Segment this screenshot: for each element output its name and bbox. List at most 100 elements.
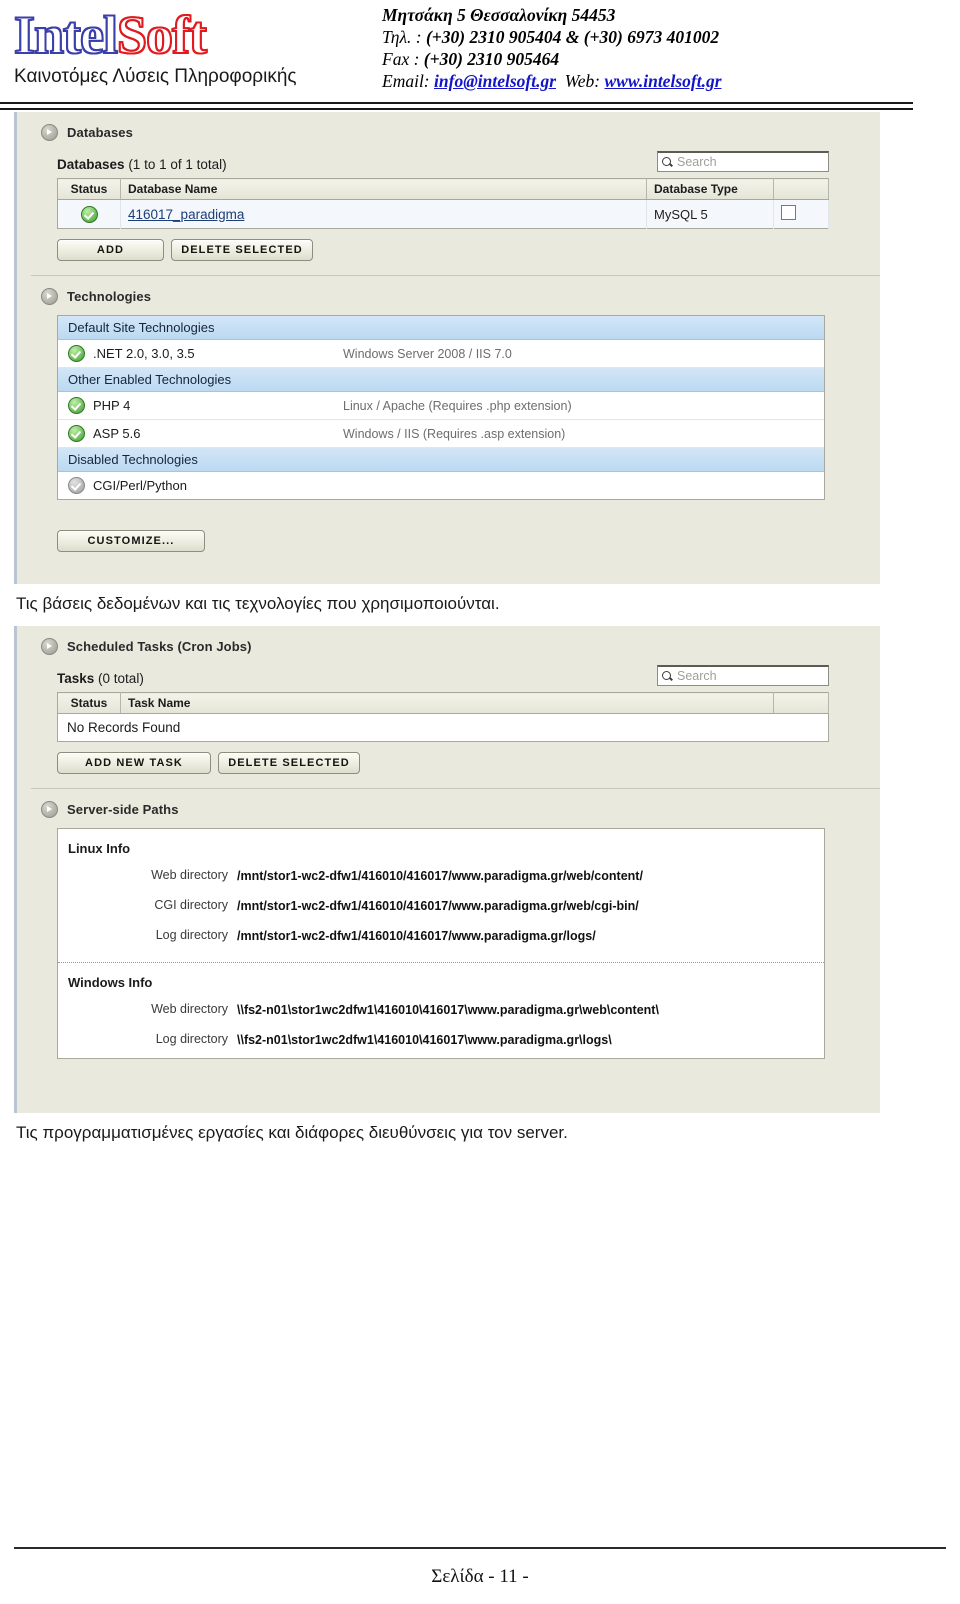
tasks-list-count: Tasks (0 total) xyxy=(57,671,144,686)
databases-col-status: Status xyxy=(57,178,121,200)
tasks-col-select xyxy=(773,692,829,714)
databases-list-label: Databases xyxy=(57,157,125,172)
technologies-list: Default Site Technologies .NET 2.0, 3.0,… xyxy=(57,315,825,500)
databases-panel-header[interactable]: Databases xyxy=(17,112,880,151)
contact-email-link[interactable]: info@intelsoft.gr xyxy=(434,71,556,91)
databases-row-type: MySQL 5 xyxy=(646,199,774,229)
status-ok-icon xyxy=(68,345,85,362)
databases-col-type: Database Type xyxy=(646,178,774,200)
contact-phone-value: (+30) 2310 905404 & (+30) 6973 401002 xyxy=(425,27,720,47)
logo-text-intel: Intel xyxy=(13,5,119,65)
expand-arrow-icon[interactable] xyxy=(41,124,58,141)
contact-email-line: Email: info@intelsoft.gr Web: www.intels… xyxy=(382,70,942,92)
contact-phone-line: Τηλ. : (+30) 2310 905404 & (+30) 6973 40… xyxy=(382,26,942,48)
expand-arrow-icon[interactable] xyxy=(41,638,58,655)
path-label: Web directory xyxy=(151,1002,228,1016)
databases-panel: Databases Databases (1 to 1 of 1 total) … xyxy=(17,112,880,275)
caption-databases-technologies: Τις βάσεις δεδομένων και τις τεχνολογίες… xyxy=(16,594,500,613)
contact-web-link[interactable]: www.intelsoft.gr xyxy=(604,71,721,91)
list-item: CGI directory /mnt/stor1-wc2-dfw1/416010… xyxy=(58,894,824,924)
list-item: PHP 4 Linux / Apache (Requires .php exte… xyxy=(58,392,824,420)
databases-col-name: Database Name xyxy=(120,178,647,200)
server-side-paths-panel-body: Linux Info Web directory /mnt/stor1-wc2-… xyxy=(17,828,880,1113)
contact-address-line: Μητσάκη 5 Θεσσαλονίκη 54453 xyxy=(382,4,942,26)
tasks-search-input[interactable]: Search xyxy=(657,665,829,686)
tech-group-header: Other Enabled Technologies xyxy=(58,368,824,392)
server-side-paths-panel: Server-side Paths Linux Info Web directo… xyxy=(17,789,880,1113)
search-icon xyxy=(662,670,673,682)
tech-name: CGI/Perl/Python xyxy=(93,478,187,493)
tech-name: ASP 5.6 xyxy=(93,426,141,441)
list-item: Web directory \\fs2-n01\stor1wc2dfw1\416… xyxy=(58,998,824,1028)
path-value: /mnt/stor1-wc2-dfw1/416010/416017/www.pa… xyxy=(237,929,596,943)
screenshot-databases-technologies: Databases Databases (1 to 1 of 1 total) … xyxy=(14,112,880,584)
expand-arrow-icon[interactable] xyxy=(41,801,58,818)
status-ok-icon xyxy=(68,397,85,414)
scheduled-tasks-panel-header[interactable]: Scheduled Tasks (Cron Jobs) xyxy=(17,626,880,665)
databases-list-total: (1 to 1 of 1 total) xyxy=(128,157,227,172)
add-database-button[interactable]: ADD xyxy=(57,239,164,261)
company-contact-info: Μητσάκη 5 Θεσσαλονίκη 54453 Τηλ. : (+30)… xyxy=(382,4,942,92)
tasks-search-placeholder: Search xyxy=(677,669,717,683)
screenshot-tasks-paths: Scheduled Tasks (Cron Jobs) Tasks (0 tot… xyxy=(14,626,880,1113)
search-icon xyxy=(662,156,673,168)
list-item: ASP 5.6 Windows / IIS (Requires .asp ext… xyxy=(58,420,824,448)
databases-search-placeholder: Search xyxy=(677,155,717,169)
path-label: Log directory xyxy=(155,1032,228,1046)
technologies-panel: Technologies Default Site Technologies .… xyxy=(17,276,880,584)
path-value: /mnt/stor1-wc2-dfw1/416010/416017/www.pa… xyxy=(237,899,639,913)
tasks-empty-message: No Records Found xyxy=(57,713,829,742)
contact-web-label: Web: xyxy=(564,71,601,91)
logo-wordmark: IntelSoft xyxy=(13,5,354,65)
technologies-panel-title: Technologies xyxy=(67,289,152,304)
tasks-table: Status Task Name No Records Found xyxy=(57,692,829,742)
tech-description: Linux / Apache (Requires .php extension) xyxy=(343,398,572,413)
databases-button-row: ADD DELETE SELECTED xyxy=(57,239,880,261)
scheduled-tasks-panel-title: Scheduled Tasks (Cron Jobs) xyxy=(67,639,252,654)
path-value: /mnt/stor1-wc2-dfw1/416010/416017/www.pa… xyxy=(237,869,643,883)
tech-description: Windows Server 2008 / IIS 7.0 xyxy=(343,346,512,361)
contact-email-label: Email: xyxy=(382,71,430,91)
row-select-checkbox[interactable] xyxy=(781,205,796,220)
databases-search-input[interactable]: Search xyxy=(657,151,829,172)
server-side-paths-panel-header[interactable]: Server-side Paths xyxy=(17,789,880,828)
path-value: \\fs2-n01\stor1wc2dfw1\416010\416017\www… xyxy=(237,1033,612,1047)
caption-tasks-paths: Τις προγραμματισμένες εργασίες και διάφο… xyxy=(16,1123,568,1142)
customize-technologies-button[interactable]: CUSTOMIZE... xyxy=(57,530,205,552)
tasks-list-total: (0 total) xyxy=(98,671,144,686)
tech-group-header: Default Site Technologies xyxy=(58,316,824,340)
technologies-panel-body: Default Site Technologies .NET 2.0, 3.0,… xyxy=(17,315,880,584)
delete-selected-tasks-button[interactable]: DELETE SELECTED xyxy=(218,752,360,774)
databases-row-checkbox-cell xyxy=(773,199,829,229)
databases-col-select xyxy=(773,178,829,200)
document-header: IntelSoft Καινοτόμες Λύσεις Πληροφορικής… xyxy=(0,0,960,112)
status-ok-icon xyxy=(68,425,85,442)
path-label: Log directory xyxy=(155,928,228,942)
tech-group-header: Disabled Technologies xyxy=(58,448,824,472)
expand-arrow-icon[interactable] xyxy=(41,288,58,305)
delete-selected-databases-button[interactable]: DELETE SELECTED xyxy=(171,239,313,261)
header-rule-bottom xyxy=(0,108,913,110)
list-item: CGI/Perl/Python xyxy=(58,472,824,499)
tasks-col-status: Status xyxy=(57,692,121,714)
databases-list-toolbar: Databases (1 to 1 of 1 total) Search xyxy=(57,151,829,172)
tasks-button-row: ADD NEW TASK DELETE SELECTED xyxy=(57,752,880,774)
tasks-list-toolbar: Tasks (0 total) Search xyxy=(57,665,829,686)
contact-fax-value: (+30) 2310 905464 xyxy=(423,49,560,69)
databases-table-header-row: Status Database Name Database Type xyxy=(57,178,829,200)
tasks-col-name: Task Name xyxy=(120,692,774,714)
tech-name: .NET 2.0, 3.0, 3.5 xyxy=(93,346,195,361)
databases-row-name-cell: 416017_paradigma xyxy=(120,199,647,229)
contact-address: Μητσάκη 5 Θεσσαλονίκη 54453 xyxy=(382,5,616,25)
path-value: \\fs2-n01\stor1wc2dfw1\416010\416017\www… xyxy=(237,1003,659,1017)
database-name-link[interactable]: 416017_paradigma xyxy=(128,207,244,222)
header-rule-top xyxy=(0,102,913,104)
tech-description: Windows / IIS (Requires .asp extension) xyxy=(343,426,566,441)
databases-list-count: Databases (1 to 1 of 1 total) xyxy=(57,157,227,172)
technologies-panel-header[interactable]: Technologies xyxy=(17,276,880,315)
path-label: CGI directory xyxy=(154,898,228,912)
databases-row-status xyxy=(57,199,121,229)
list-item: Log directory \\fs2-n01\stor1wc2dfw1\416… xyxy=(58,1028,824,1058)
status-ok-icon xyxy=(80,205,98,223)
add-new-task-button[interactable]: ADD NEW TASK xyxy=(57,752,211,774)
